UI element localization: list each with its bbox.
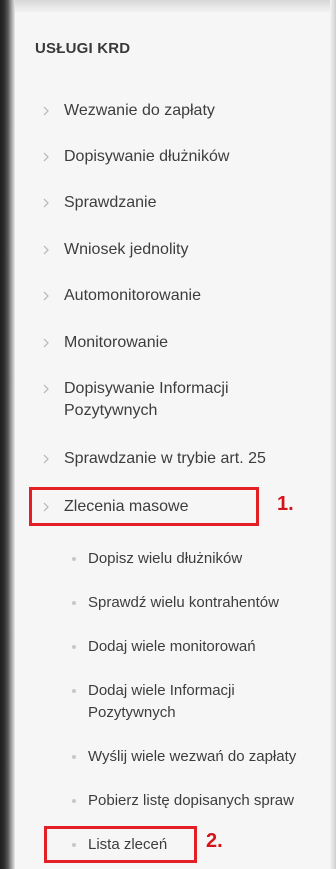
highlight-box-zlecenia-masowe: [29, 487, 259, 526]
menu-item-label: Sprawdzanie w trybie art. 25: [64, 450, 266, 467]
chevron-right-icon: [43, 285, 57, 307]
annotation-marker-1: 1.: [277, 493, 294, 515]
bullet-dot-icon: [72, 689, 76, 693]
submenu-item-label: Wyślij wiele wezwań do zapłaty: [88, 748, 297, 765]
window-right-edge: [330, 0, 336, 869]
submenu-item-label: Dopisz wielu dłużników: [88, 550, 243, 567]
submenu-item-label: Dodaj wiele monitorowań: [88, 638, 256, 655]
chevron-right-icon: [43, 448, 57, 470]
bullet-dot-icon: [72, 601, 76, 605]
menu-item-label: Monitorowanie: [64, 334, 169, 351]
annotation-marker-2: 2.: [206, 830, 223, 852]
services-menu-panel: USŁUGI KRD Wezwanie do zapłaty Dopisywan…: [15, 12, 330, 869]
submenu-item-label: Pobierz listę dopisanych spraw: [88, 792, 294, 809]
menu-item-label: Wniosek jednolity: [64, 241, 189, 258]
bullet-dot-icon: [72, 755, 76, 759]
submenu-item-label: Dodaj wiele Informacji Pozytywnych: [88, 682, 235, 721]
chevron-right-icon: [43, 239, 57, 261]
menu-title: USŁUGI KRD: [35, 40, 131, 57]
menu-item-label: Wezwanie do zapłaty: [64, 102, 215, 119]
chevron-right-icon: [43, 332, 57, 354]
highlight-box-lista-zlecen: [44, 826, 197, 863]
chevron-right-icon: [43, 192, 57, 214]
bullet-dot-icon: [72, 557, 76, 561]
window-left-edge: [0, 0, 15, 869]
menu-item-label: Automonitorowanie: [64, 287, 201, 304]
chevron-right-icon: [43, 378, 57, 400]
menu-item-label: Dopisywanie Informacji Pozytywnych: [64, 380, 229, 419]
menu-item-label: Sprawdzanie: [64, 194, 157, 211]
submenu-item-label: Sprawdź wielu kontrahentów: [88, 594, 279, 611]
bullet-dot-icon: [72, 799, 76, 803]
menu-item-label: Dopisywanie dłużników: [64, 148, 230, 165]
chevron-right-icon: [43, 100, 57, 122]
bullet-dot-icon: [72, 645, 76, 649]
chevron-right-icon: [43, 146, 57, 168]
